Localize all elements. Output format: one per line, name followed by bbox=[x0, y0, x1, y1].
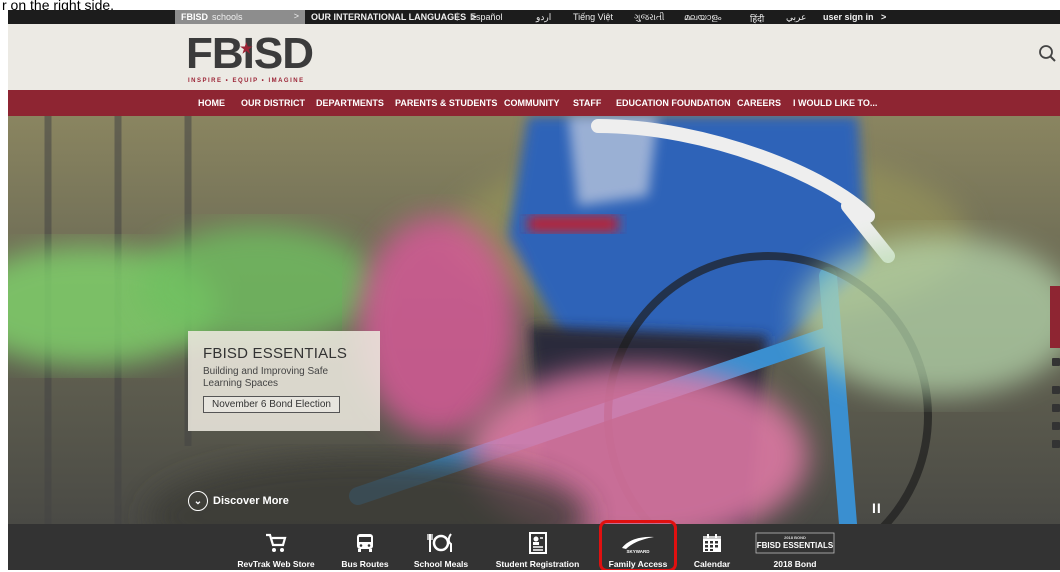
hero-slideshow: FBISD ESSENTIALS Building and Improving … bbox=[8, 116, 1060, 524]
quicklink-bus-routes[interactable]: Bus Routes bbox=[330, 524, 400, 570]
quicklink-label: Calendar bbox=[693, 559, 731, 569]
schools-dropdown[interactable]: FBISD schools > bbox=[175, 10, 305, 24]
family-access-highlight bbox=[599, 520, 677, 570]
chevron-right-icon: > bbox=[881, 12, 887, 22]
quick-links-bar: RevTrak Web Store Bus Routes School Meal… bbox=[8, 524, 1060, 570]
nav-departments[interactable]: DEPARTMENTS bbox=[316, 98, 384, 108]
quicklink-label: Bus Routes bbox=[341, 559, 389, 569]
chevron-down-circle-icon: ⌄ bbox=[188, 491, 208, 511]
lang-urdu[interactable]: اردو bbox=[536, 12, 551, 23]
nav-education-foundation[interactable]: EDUCATION FOUNDATION bbox=[616, 98, 731, 108]
feedback-tab[interactable] bbox=[1050, 286, 1060, 348]
nav-i-would-like-to[interactable]: I WOULD LIKE TO... bbox=[793, 98, 877, 108]
hero-photo bbox=[8, 116, 1060, 524]
schools-label: schools bbox=[212, 12, 243, 22]
browser-viewport: FBISD schools > OUR INTERNATIONAL LANGUA… bbox=[8, 10, 1060, 570]
bond-logo-icon: 2018 BOND FBISD ESSENTIALS bbox=[755, 530, 835, 556]
promo-title: FBISD ESSENTIALS bbox=[203, 345, 348, 362]
quicklink-label: Student Registration bbox=[495, 559, 580, 569]
nav-community[interactable]: COMMUNITY bbox=[504, 98, 560, 108]
signin-label: user sign in bbox=[823, 12, 874, 22]
pause-icon[interactable]: II bbox=[872, 500, 882, 516]
schools-brand: FBISD bbox=[181, 12, 208, 22]
quicklink-student-registration[interactable]: Student Registration bbox=[490, 524, 585, 570]
quicklink-revtrak[interactable]: RevTrak Web Store bbox=[236, 524, 316, 570]
nav-home[interactable]: HOME bbox=[198, 98, 225, 108]
bus-icon bbox=[354, 530, 376, 556]
nav-parents-students[interactable]: PARENTS & STUDENTS bbox=[395, 98, 497, 108]
discover-label: Discover More bbox=[213, 495, 289, 507]
bond-logo-text: FBISD ESSENTIALS bbox=[757, 541, 834, 550]
quicklink-label: RevTrak Web Store bbox=[237, 559, 315, 569]
quicklink-2018-bond[interactable]: 2018 BOND FBISD ESSENTIALS 2018 Bond bbox=[750, 524, 840, 570]
utility-bar: FBISD schools > OUR INTERNATIONAL LANGUA… bbox=[8, 10, 1060, 24]
chevron-right-icon: > bbox=[293, 11, 299, 21]
youtube-icon[interactable] bbox=[1052, 404, 1060, 412]
nav-careers[interactable]: CAREERS bbox=[737, 98, 781, 108]
registration-icon bbox=[528, 530, 547, 556]
star-icon: ★ bbox=[240, 40, 253, 56]
nav-staff[interactable]: STAFF bbox=[573, 98, 601, 108]
facebook-icon[interactable] bbox=[1052, 386, 1060, 394]
quicklink-school-meals[interactable]: School Meals bbox=[406, 524, 476, 570]
lang-malayalam[interactable]: മലയാളം bbox=[684, 12, 721, 23]
languages-label: OUR INTERNATIONAL LANGUAGES bbox=[311, 12, 467, 22]
calendar-icon bbox=[702, 530, 722, 556]
promo-subtitle: Building and Improving Safe Learning Spa… bbox=[203, 366, 329, 389]
user-signin-link[interactable]: user sign in > bbox=[823, 12, 886, 22]
fbisd-logo[interactable]: FBISD ★ bbox=[186, 32, 314, 76]
bond-logo-top: 2018 BOND bbox=[784, 535, 806, 540]
separator: | bbox=[456, 11, 459, 21]
caption-text: r on the right side. bbox=[2, 0, 115, 10]
social-sidebar bbox=[1050, 286, 1060, 486]
site-header: FBISD ★ INSPIRE • EQUIP • IMAGINE bbox=[8, 24, 1060, 90]
logo-tagline: INSPIRE • EQUIP • IMAGINE bbox=[188, 78, 305, 84]
lang-arabic[interactable]: عربي bbox=[786, 12, 806, 23]
instagram-icon[interactable] bbox=[1052, 422, 1060, 430]
linkedin-icon[interactable] bbox=[1052, 440, 1060, 448]
discover-more-button[interactable]: ⌄ Discover More bbox=[188, 491, 289, 511]
twitter-icon[interactable] bbox=[1052, 358, 1060, 366]
main-nav: HOME OUR DISTRICT DEPARTMENTS PARENTS & … bbox=[8, 90, 1060, 116]
search-icon[interactable] bbox=[1038, 44, 1056, 62]
cart-icon bbox=[265, 530, 287, 556]
quicklink-label: 2018 Bond bbox=[773, 559, 817, 569]
nav-our-district[interactable]: OUR DISTRICT bbox=[241, 98, 305, 108]
quicklink-calendar[interactable]: Calendar bbox=[682, 524, 742, 570]
quicklink-label: School Meals bbox=[413, 559, 469, 569]
lang-gujarati[interactable]: ગુજરાતી bbox=[634, 12, 664, 23]
meal-icon bbox=[427, 530, 455, 556]
bond-election-button[interactable]: November 6 Bond Election bbox=[203, 396, 340, 413]
languages-link[interactable]: OUR INTERNATIONAL LANGUAGES > bbox=[311, 12, 476, 22]
lang-spanish[interactable]: Español bbox=[470, 12, 503, 22]
lang-vietnamese[interactable]: Tiếng Việt bbox=[573, 12, 613, 22]
promo-card: FBISD ESSENTIALS Building and Improving … bbox=[188, 331, 380, 431]
